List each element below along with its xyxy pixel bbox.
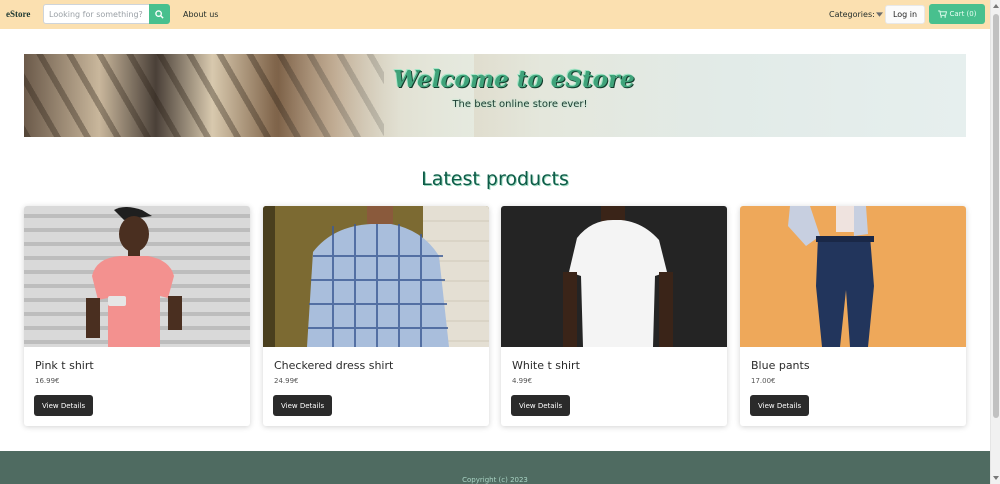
search-icon xyxy=(155,9,164,19)
latest-products-heading: Latest products xyxy=(421,168,569,190)
search-input[interactable] xyxy=(43,4,149,24)
product-image[interactable] xyxy=(740,206,966,347)
view-details-button[interactable]: View Details xyxy=(34,395,94,416)
hero-title: Welcome to eStore xyxy=(393,66,635,93)
product-name: Pink t shirt xyxy=(35,359,94,372)
view-details-button[interactable]: View Details xyxy=(750,395,810,416)
scroll-down-arrow-icon[interactable] xyxy=(991,472,1000,484)
product-name: Blue pants xyxy=(751,359,810,372)
product-card[interactable]: Blue pants 17.00€ View Details xyxy=(740,206,966,426)
nav-about-us[interactable]: About us xyxy=(183,10,218,19)
product-price: 4.99€ xyxy=(512,377,533,385)
hero-subtitle: The best online store ever! xyxy=(452,99,588,110)
scroll-up-arrow-icon[interactable] xyxy=(991,0,1000,12)
product-price: 17.00€ xyxy=(751,377,776,385)
product-card[interactable]: Checkered dress shirt 24.99€ View Detail… xyxy=(263,206,489,426)
product-image[interactable] xyxy=(24,206,250,347)
cart-button[interactable]: Cart (0) xyxy=(929,4,985,24)
view-details-button[interactable]: View Details xyxy=(273,395,333,416)
search-button[interactable] xyxy=(149,4,170,24)
product-price: 16.99€ xyxy=(35,377,60,385)
product-name: Checkered dress shirt xyxy=(274,359,394,372)
scrollbar-thumb[interactable] xyxy=(993,14,999,418)
top-navbar: eStore About us Categories: Log in Cart … xyxy=(0,0,990,29)
product-price: 24.99€ xyxy=(274,377,299,385)
login-button[interactable]: Log in xyxy=(885,5,925,24)
footer-copyright: Copyright (c) 2023 xyxy=(462,476,528,484)
page-scrollbar[interactable] xyxy=(990,0,1000,484)
product-image[interactable] xyxy=(501,206,727,347)
product-image[interactable] xyxy=(263,206,489,347)
cart-label: Cart (0) xyxy=(949,10,977,18)
view-details-button[interactable]: View Details xyxy=(511,395,571,416)
cart-icon xyxy=(937,10,947,18)
search-bar xyxy=(43,4,170,24)
categories-label: Categories: xyxy=(829,10,875,19)
caret-down-icon xyxy=(875,11,883,17)
brand-logo[interactable]: eStore xyxy=(6,9,30,19)
product-card[interactable]: Pink t shirt 16.99€ View Details xyxy=(24,206,250,426)
hero-banner: Welcome to eStore The best online store … xyxy=(24,54,966,137)
product-card[interactable]: White t shirt 4.99€ View Details xyxy=(501,206,727,426)
product-name: White t shirt xyxy=(512,359,580,372)
categories-dropdown[interactable]: Categories: xyxy=(829,10,883,19)
